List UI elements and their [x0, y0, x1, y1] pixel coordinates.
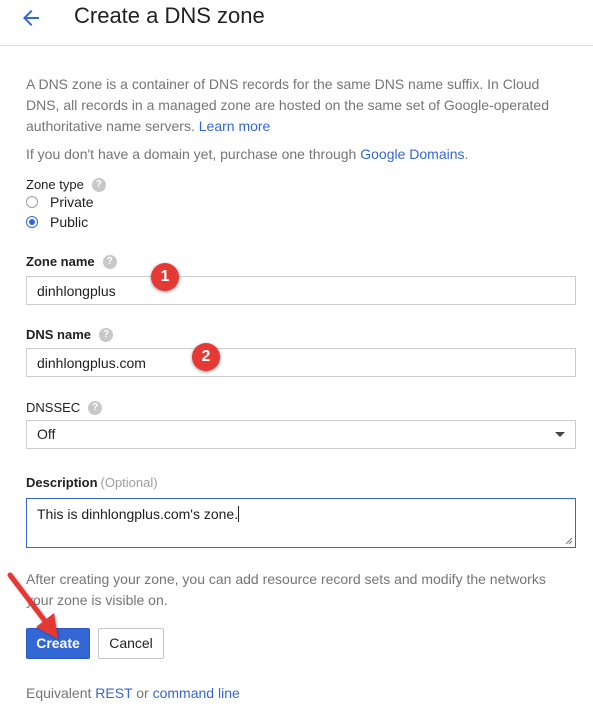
equivalent-prefix: Equivalent	[26, 685, 92, 701]
help-icon[interactable]: ?	[88, 400, 103, 415]
radio-public[interactable]: Public	[26, 214, 88, 230]
zone-type-label: Zone type	[26, 177, 84, 192]
text-cursor	[238, 506, 240, 522]
arrow-back-icon[interactable]	[18, 6, 44, 30]
radio-button-public[interactable]	[26, 216, 38, 228]
description-label: Description	[26, 475, 98, 490]
help-icon[interactable]: ?	[102, 254, 117, 269]
description-textarea[interactable]: This is dinhlongplus.com's zone.	[26, 498, 576, 548]
dns-name-label: DNS name	[26, 327, 92, 342]
create-button[interactable]: Create	[26, 628, 90, 659]
after-create-text: After creating your zone, you can add re…	[26, 571, 546, 608]
purchase-paragraph: If you don't have a domain yet, purchase…	[26, 144, 574, 165]
dnssec-label-row: DNSSEC ?	[26, 400, 103, 415]
purchase-text: If you don't have a domain yet, purchase…	[26, 146, 357, 162]
intro-text: A DNS zone is a container of DNS records…	[26, 76, 549, 134]
dns-name-label-row: DNS name ?	[26, 327, 114, 342]
google-domains-link[interactable]: Google Domains	[360, 146, 464, 162]
zone-name-label: Zone name	[26, 254, 95, 269]
learn-more-link[interactable]: Learn more	[199, 118, 271, 134]
zone-type-label-row: Zone type ?	[26, 177, 106, 192]
chevron-down-icon	[555, 432, 565, 437]
command-line-link[interactable]: command line	[153, 685, 240, 701]
equivalent-or: or	[136, 685, 149, 701]
zone-name-input[interactable]	[26, 276, 576, 305]
description-value: This is dinhlongplus.com's zone.	[37, 506, 239, 522]
intro-paragraph: A DNS zone is a container of DNS records…	[26, 74, 574, 137]
help-icon[interactable]: ?	[99, 327, 114, 342]
radio-label-private: Private	[50, 194, 94, 210]
zone-name-label-row: Zone name ?	[26, 254, 117, 269]
radio-button-private[interactable]	[26, 196, 38, 208]
annotation-marker-2: 2	[192, 343, 220, 371]
dnssec-label: DNSSEC	[26, 400, 81, 415]
purchase-suffix: .	[464, 146, 469, 162]
radio-label-public: Public	[50, 214, 89, 230]
help-icon[interactable]: ?	[91, 177, 106, 192]
page-title: Create a DNS zone	[74, 3, 265, 28]
dns-name-input[interactable]	[26, 348, 576, 377]
equivalent-row: Equivalent REST or command line	[26, 685, 240, 701]
cancel-button[interactable]: Cancel	[98, 628, 164, 659]
optional-hint: (Optional)	[100, 475, 158, 490]
description-label-row: Description (Optional)	[26, 475, 158, 490]
resize-grip-icon[interactable]	[565, 537, 573, 545]
radio-private[interactable]: Private	[26, 194, 94, 210]
rest-link[interactable]: REST	[95, 685, 132, 701]
annotation-marker-1: 1	[151, 263, 179, 291]
header-bar: Create a DNS zone	[0, 0, 593, 46]
dnssec-select[interactable]: Off	[26, 420, 576, 449]
dnssec-selected-value: Off	[37, 426, 56, 442]
